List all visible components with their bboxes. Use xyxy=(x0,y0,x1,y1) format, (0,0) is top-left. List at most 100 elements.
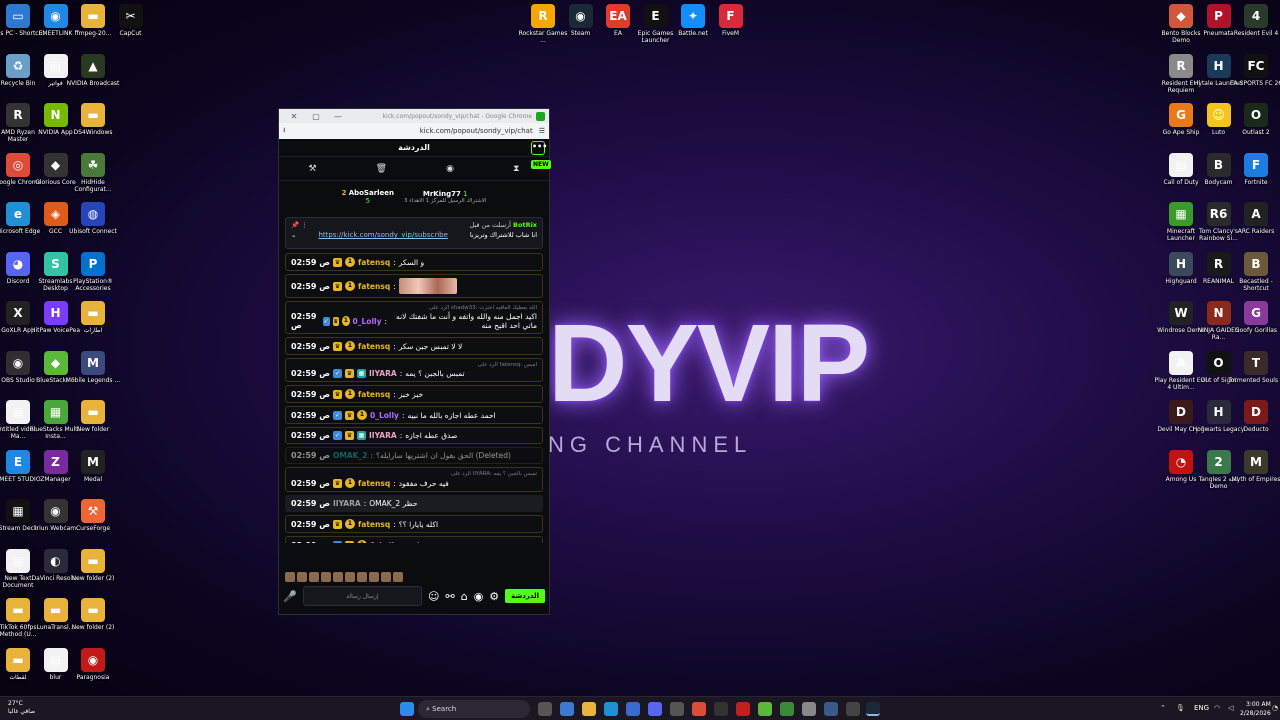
tray-chevron-icon[interactable]: ⌃ xyxy=(1160,704,1166,712)
app-icon[interactable] xyxy=(670,702,684,716)
supporter-name[interactable]: MrKing77 xyxy=(423,190,461,198)
pin-icon[interactable]: 📌 ⋮ xyxy=(291,221,308,229)
chat-message[interactable]: 02:59 ص ♛ 1 fatensq: اكله يايارا ؟؟ xyxy=(285,515,543,533)
maximize-icon[interactable]: ▢ xyxy=(305,112,327,121)
chat-username[interactable]: fatensq xyxy=(358,342,390,351)
desktop-shortcut[interactable]: ◍ Ubisoft Connect xyxy=(65,202,121,235)
clock[interactable]: 3:00 AM 2/28/2026 xyxy=(1240,700,1271,718)
desktop-shortcut[interactable]: ⚒ CurseForge xyxy=(65,499,121,532)
mic-icon[interactable]: 🎙 xyxy=(1176,704,1185,712)
desktop-shortcut[interactable]: 4 Resident Evil 4 xyxy=(1228,4,1280,37)
trash-icon[interactable]: 🗑 xyxy=(376,164,387,174)
desktop-shortcut[interactable]: ▬ اطارات xyxy=(65,301,121,334)
chat-username[interactable]: fatensq xyxy=(358,520,390,529)
chat-message[interactable]: 02:59 ص ♛ 1 fatensq: لا لا تمبس جبن سكر xyxy=(285,337,543,355)
close-icon[interactable]: ✕ xyxy=(283,112,305,121)
chat-message[interactable]: الرد على shadw33: الله يعطيك العافيه اخت… xyxy=(285,301,543,334)
language-indicator[interactable]: ENG xyxy=(1194,704,1209,712)
copilot-icon[interactable] xyxy=(560,702,574,716)
emote-icon[interactable] xyxy=(393,572,403,582)
chat-message[interactable]: 02:59 ص OMAK_2: (Deleted) الحق بقول ان اشت… xyxy=(285,447,543,464)
desktop-shortcut[interactable]: ☘ HidHide Configurat... xyxy=(65,152,121,193)
desktop-shortcut[interactable]: T Tormented Souls 2 xyxy=(1228,350,1280,384)
desktop-shortcut[interactable]: G Goofy Gorillas xyxy=(1228,301,1280,334)
emote-icon[interactable] xyxy=(285,572,295,582)
chat-username[interactable]: IIYARA xyxy=(333,499,361,508)
chat-message[interactable]: 03:00 ص✓♛10_Lolly:كفو xyxy=(285,536,543,543)
chat-username[interactable]: 0_Lolly xyxy=(353,317,382,326)
more-options-button[interactable]: ••• xyxy=(531,141,547,155)
desktop-shortcut[interactable]: M Mobile Legends ... xyxy=(65,350,121,384)
pinned-link[interactable]: https://kick.com/sondy_vip/subscribe xyxy=(318,231,447,239)
extension-icon[interactable] xyxy=(536,111,545,121)
wifi-icon[interactable]: ◠ xyxy=(1214,704,1220,712)
desktop-shortcut[interactable]: A ARC Raiders xyxy=(1228,202,1280,235)
chat-username[interactable]: 0_Lolly xyxy=(370,411,399,420)
desktop-shortcut[interactable]: B Becastled - Shortcut xyxy=(1228,251,1280,292)
desktop-shortcut[interactable]: FC EA SPORTS FC 26 xyxy=(1228,53,1280,87)
minimize-icon[interactable]: — xyxy=(327,112,349,121)
chat-bubble-icon[interactable]: ◉ xyxy=(474,590,484,603)
chat-message[interactable]: الرد على IIYARA: تمبس بالجبن ؟ يمه 02:59 … xyxy=(285,467,543,492)
pinned-message[interactable]: 📌 ⋮ أرسلت من قبل BotRix ⌄ https://kick.c… xyxy=(285,217,543,249)
chat-username[interactable]: IIYARA xyxy=(369,431,397,440)
emote-icon[interactable] xyxy=(369,572,379,582)
emote-icon[interactable] xyxy=(297,572,307,582)
taskbar-search[interactable]: ⌕ Search xyxy=(418,700,530,718)
desktop-shortcut[interactable]: ▬ New folder (2) xyxy=(65,598,121,631)
reply-context[interactable]: الرد على fatensq: امبس xyxy=(291,362,537,368)
task-view-icon[interactable] xyxy=(538,702,552,716)
chat-username[interactable]: fatensq xyxy=(358,479,390,488)
desktop-shortcut[interactable]: ▬ DS4Windows xyxy=(65,103,121,136)
desktop-shortcut[interactable]: ▬ New folder (2) xyxy=(65,548,121,582)
app-icon[interactable] xyxy=(802,702,816,716)
reply-context[interactable]: الرد على shadw33: الله يعطيك العافيه اخت… xyxy=(291,305,537,311)
notification-icon[interactable]: ◔ xyxy=(1272,704,1278,712)
desktop-shortcut[interactable]: O Outlast 2 xyxy=(1228,103,1280,136)
mic-icon[interactable]: 🎤 xyxy=(283,590,297,603)
desktop-shortcut[interactable]: F Fortnite xyxy=(1228,152,1280,186)
obs-icon[interactable] xyxy=(714,702,728,716)
desktop-shortcut[interactable]: ▬ New folder xyxy=(65,400,121,433)
chat-message[interactable]: 02:59 ص ♛ 1 fatensq: xyxy=(285,274,543,298)
chat-message[interactable]: 02:59 ص ♛ 1 fatensq: خبز خبز xyxy=(285,385,543,403)
chat-username[interactable]: OMAK_2 xyxy=(333,451,367,460)
file-explorer-icon[interactable] xyxy=(582,702,596,716)
reply-context[interactable]: الرد على IIYARA: تمبس بالجبن ؟ يمه xyxy=(291,471,537,477)
emote-icon[interactable] xyxy=(321,572,331,582)
chrome-icon[interactable] xyxy=(692,702,706,716)
chat-message[interactable]: 02:59 ص ✓ ♛ ▦ IIYARA: صدق عطه اجازه xyxy=(285,427,543,444)
app-icon[interactable] xyxy=(736,702,750,716)
hourglass-icon[interactable]: ⧗ xyxy=(513,164,519,174)
chat-bubble-icon[interactable]: ◉ xyxy=(446,164,454,174)
chat-input[interactable]: إرسال رسالة xyxy=(302,586,423,606)
store-icon[interactable] xyxy=(626,702,640,716)
send-chat-button[interactable]: الدردشة xyxy=(505,589,545,603)
app-icon[interactable] xyxy=(780,702,794,716)
desktop-shortcut[interactable]: ◉ Paragnosia xyxy=(65,647,121,681)
desktop-shortcut[interactable]: P PlayStation® Accessories xyxy=(65,251,121,292)
desktop-shortcut[interactable]: ▲ NVIDIA Broadcast xyxy=(65,53,121,87)
emote-icon[interactable] xyxy=(333,572,343,582)
chat-username[interactable]: fatensq xyxy=(358,258,390,267)
address-bar[interactable]: ⭳ kick.com/popout/sondy_vip/chat ☰ xyxy=(279,123,549,139)
chevron-down-icon[interactable]: ⌄ xyxy=(291,231,296,239)
chat-username[interactable]: fatensq xyxy=(358,282,390,291)
page-menu-icon[interactable]: ☰ xyxy=(539,127,545,135)
supporter-name[interactable]: AboSarleen xyxy=(349,189,394,197)
app-icon[interactable] xyxy=(824,702,838,716)
edge-icon[interactable] xyxy=(604,702,618,716)
emote-icon[interactable] xyxy=(309,572,319,582)
start-icon[interactable] xyxy=(400,702,414,716)
chat-message[interactable]: 02:59 ص IIYARA: حظر OMAK_2 xyxy=(285,495,543,512)
volume-icon[interactable]: ◁ xyxy=(1228,704,1233,712)
link-icon[interactable]: ⚯ xyxy=(445,590,454,603)
chat-message[interactable]: 02:59 ص ♛ 1 fatensq: و السكر xyxy=(285,253,543,271)
chat-message[interactable]: 02:59 ص ✓ ♛ 1 0_Lolly: احمد عطه اجازه بالله م… xyxy=(285,406,543,424)
desktop-shortcut[interactable]: M Myth of Empires xyxy=(1228,449,1280,483)
emote-icon[interactable] xyxy=(381,572,391,582)
gear-icon[interactable]: ⚙ xyxy=(489,590,499,603)
mod-hammer-icon[interactable]: ⚒ xyxy=(309,164,317,174)
steam-icon[interactable] xyxy=(866,702,880,716)
weather-widget[interactable]: 27°C صافي غالبا xyxy=(8,700,35,716)
